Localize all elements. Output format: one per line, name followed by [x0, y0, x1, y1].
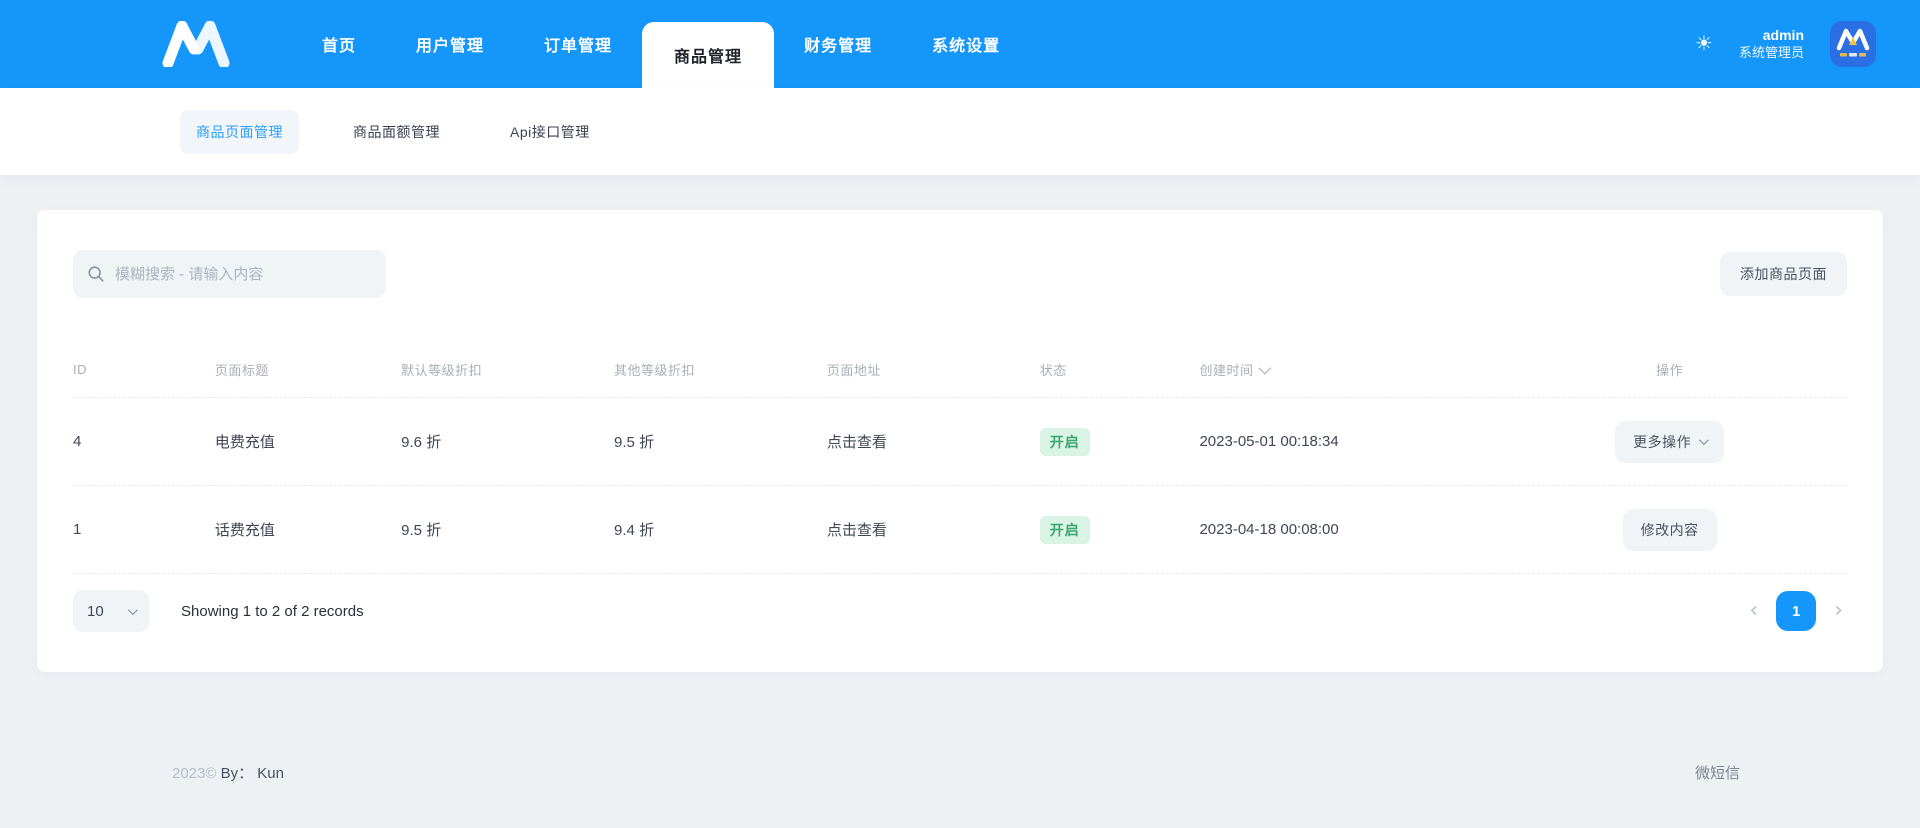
main-nav: 首页 用户管理 订单管理 商品管理 财务管理 系统设置	[292, 0, 1030, 88]
cell-actions: 修改内容	[1492, 486, 1847, 574]
nav-item-orders[interactable]: 订单管理	[514, 0, 642, 88]
col-header-id: ID	[73, 346, 215, 398]
chevron-down-icon	[1259, 362, 1272, 375]
cell-status: 开启	[1040, 398, 1200, 486]
next-page-button[interactable]: ›	[1830, 600, 1847, 622]
chevron-down-icon	[128, 605, 138, 615]
status-badge: 开启	[1040, 428, 1090, 456]
nav-item-finance[interactable]: 财务管理	[774, 0, 902, 88]
navbar-right: ☀ admin 系统管理员	[1695, 0, 1876, 88]
records-summary: Showing 1 to 2 of 2 records	[181, 603, 364, 620]
more-actions-button[interactable]: 更多操作	[1615, 421, 1724, 463]
col-header-other-discount: 其他等级折扣	[614, 346, 827, 398]
tab-api-management[interactable]: Api接口管理	[494, 110, 606, 154]
user-role: 系统管理员	[1739, 44, 1804, 61]
add-product-page-button[interactable]: 添加商品页面	[1720, 252, 1847, 296]
content-card: 添加商品页面 ID 页面标题 默认等级折扣 其他等级折扣 页面地址 状态 创建时…	[37, 210, 1883, 672]
status-badge: 开启	[1040, 516, 1090, 544]
search-icon	[87, 264, 105, 284]
user-name: admin	[1739, 27, 1804, 44]
avatar-m-icon	[1830, 21, 1876, 67]
user-menu[interactable]: admin 系统管理员	[1739, 27, 1804, 61]
cell-title: 电费充值	[215, 398, 401, 486]
pagination-bar: 10 Showing 1 to 2 of 2 records ‹ 1 ›	[73, 590, 1847, 632]
tab-product-denominations[interactable]: 商品面额管理	[337, 110, 456, 154]
col-header-title: 页面标题	[215, 346, 401, 398]
cell-id: 1	[73, 486, 215, 574]
nav-item-settings[interactable]: 系统设置	[902, 0, 1030, 88]
table-toolbar: 添加商品页面	[73, 250, 1847, 298]
page-number-button[interactable]: 1	[1776, 591, 1816, 631]
page-size-select[interactable]: 10	[73, 590, 149, 632]
col-header-created-at: 创建时间	[1199, 346, 1492, 398]
col-header-status: 状态	[1040, 346, 1200, 398]
cell-title: 话费充值	[215, 486, 401, 574]
table-header-row: ID 页面标题 默认等级折扣 其他等级折扣 页面地址 状态 创建时间 操作	[73, 346, 1847, 398]
search-box	[73, 250, 386, 298]
product-pages-table: ID 页面标题 默认等级折扣 其他等级折扣 页面地址 状态 创建时间 操作 4 …	[73, 346, 1847, 574]
table-row: 4 电费充值 9.6 折 9.5 折 点击查看 开启 2023-05-01 00…	[73, 398, 1847, 486]
page-size-value: 10	[87, 603, 104, 620]
page-address-link[interactable]: 点击查看	[827, 486, 1040, 574]
footer-author: By： Kun	[221, 765, 284, 782]
col-header-created-at-label: 创建时间	[1199, 360, 1253, 379]
cell-other-discount: 9.4 折	[614, 486, 827, 574]
subnav-tabs: 商品页面管理 商品面额管理 Api接口管理	[0, 88, 1920, 175]
edit-content-label: 修改内容	[1641, 520, 1699, 540]
sun-icon[interactable]: ☀	[1695, 34, 1713, 54]
footer-year: 2023©	[172, 765, 216, 782]
table-row: 1 话费充值 9.5 折 9.4 折 点击查看 开启 2023-04-18 00…	[73, 486, 1847, 574]
col-header-default-discount: 默认等级折扣	[401, 346, 614, 398]
avatar[interactable]	[1830, 21, 1876, 67]
page-footer: 2023© By： Kun 微短信	[0, 762, 1920, 783]
tab-product-pages[interactable]: 商品页面管理	[180, 110, 299, 154]
cell-status: 开启	[1040, 486, 1200, 574]
cell-default-discount: 9.6 折	[401, 398, 614, 486]
cell-created-at: 2023-04-18 00:08:00	[1199, 486, 1492, 574]
footer-copyright: 2023© By： Kun	[172, 762, 284, 783]
nav-item-products[interactable]: 商品管理	[642, 22, 774, 88]
cell-default-discount: 9.5 折	[401, 486, 614, 574]
logo-m-icon	[160, 21, 232, 67]
col-header-page-address: 页面地址	[827, 346, 1040, 398]
nav-item-home[interactable]: 首页	[292, 0, 386, 88]
edit-content-button[interactable]: 修改内容	[1623, 509, 1717, 551]
footer-link[interactable]: 微短信	[1695, 762, 1740, 783]
page-address-link[interactable]: 点击查看	[827, 398, 1040, 486]
top-navbar: 首页 用户管理 订单管理 商品管理 财务管理 系统设置 ☀ admin 系统管理…	[0, 0, 1920, 88]
prev-page-button[interactable]: ‹	[1745, 600, 1762, 622]
col-header-actions: 操作	[1492, 346, 1847, 398]
nav-item-users[interactable]: 用户管理	[386, 0, 514, 88]
cell-created-at: 2023-05-01 00:18:34	[1199, 398, 1492, 486]
cell-other-discount: 9.5 折	[614, 398, 827, 486]
cell-id: 4	[73, 398, 215, 486]
sort-created-at[interactable]: 创建时间	[1199, 360, 1268, 379]
search-input[interactable]	[115, 266, 372, 283]
pager: ‹ 1 ›	[1745, 591, 1847, 631]
brand-logo[interactable]	[160, 0, 232, 88]
more-actions-label: 更多操作	[1633, 432, 1691, 452]
chevron-down-icon	[1699, 435, 1709, 445]
cell-actions: 更多操作	[1492, 398, 1847, 486]
